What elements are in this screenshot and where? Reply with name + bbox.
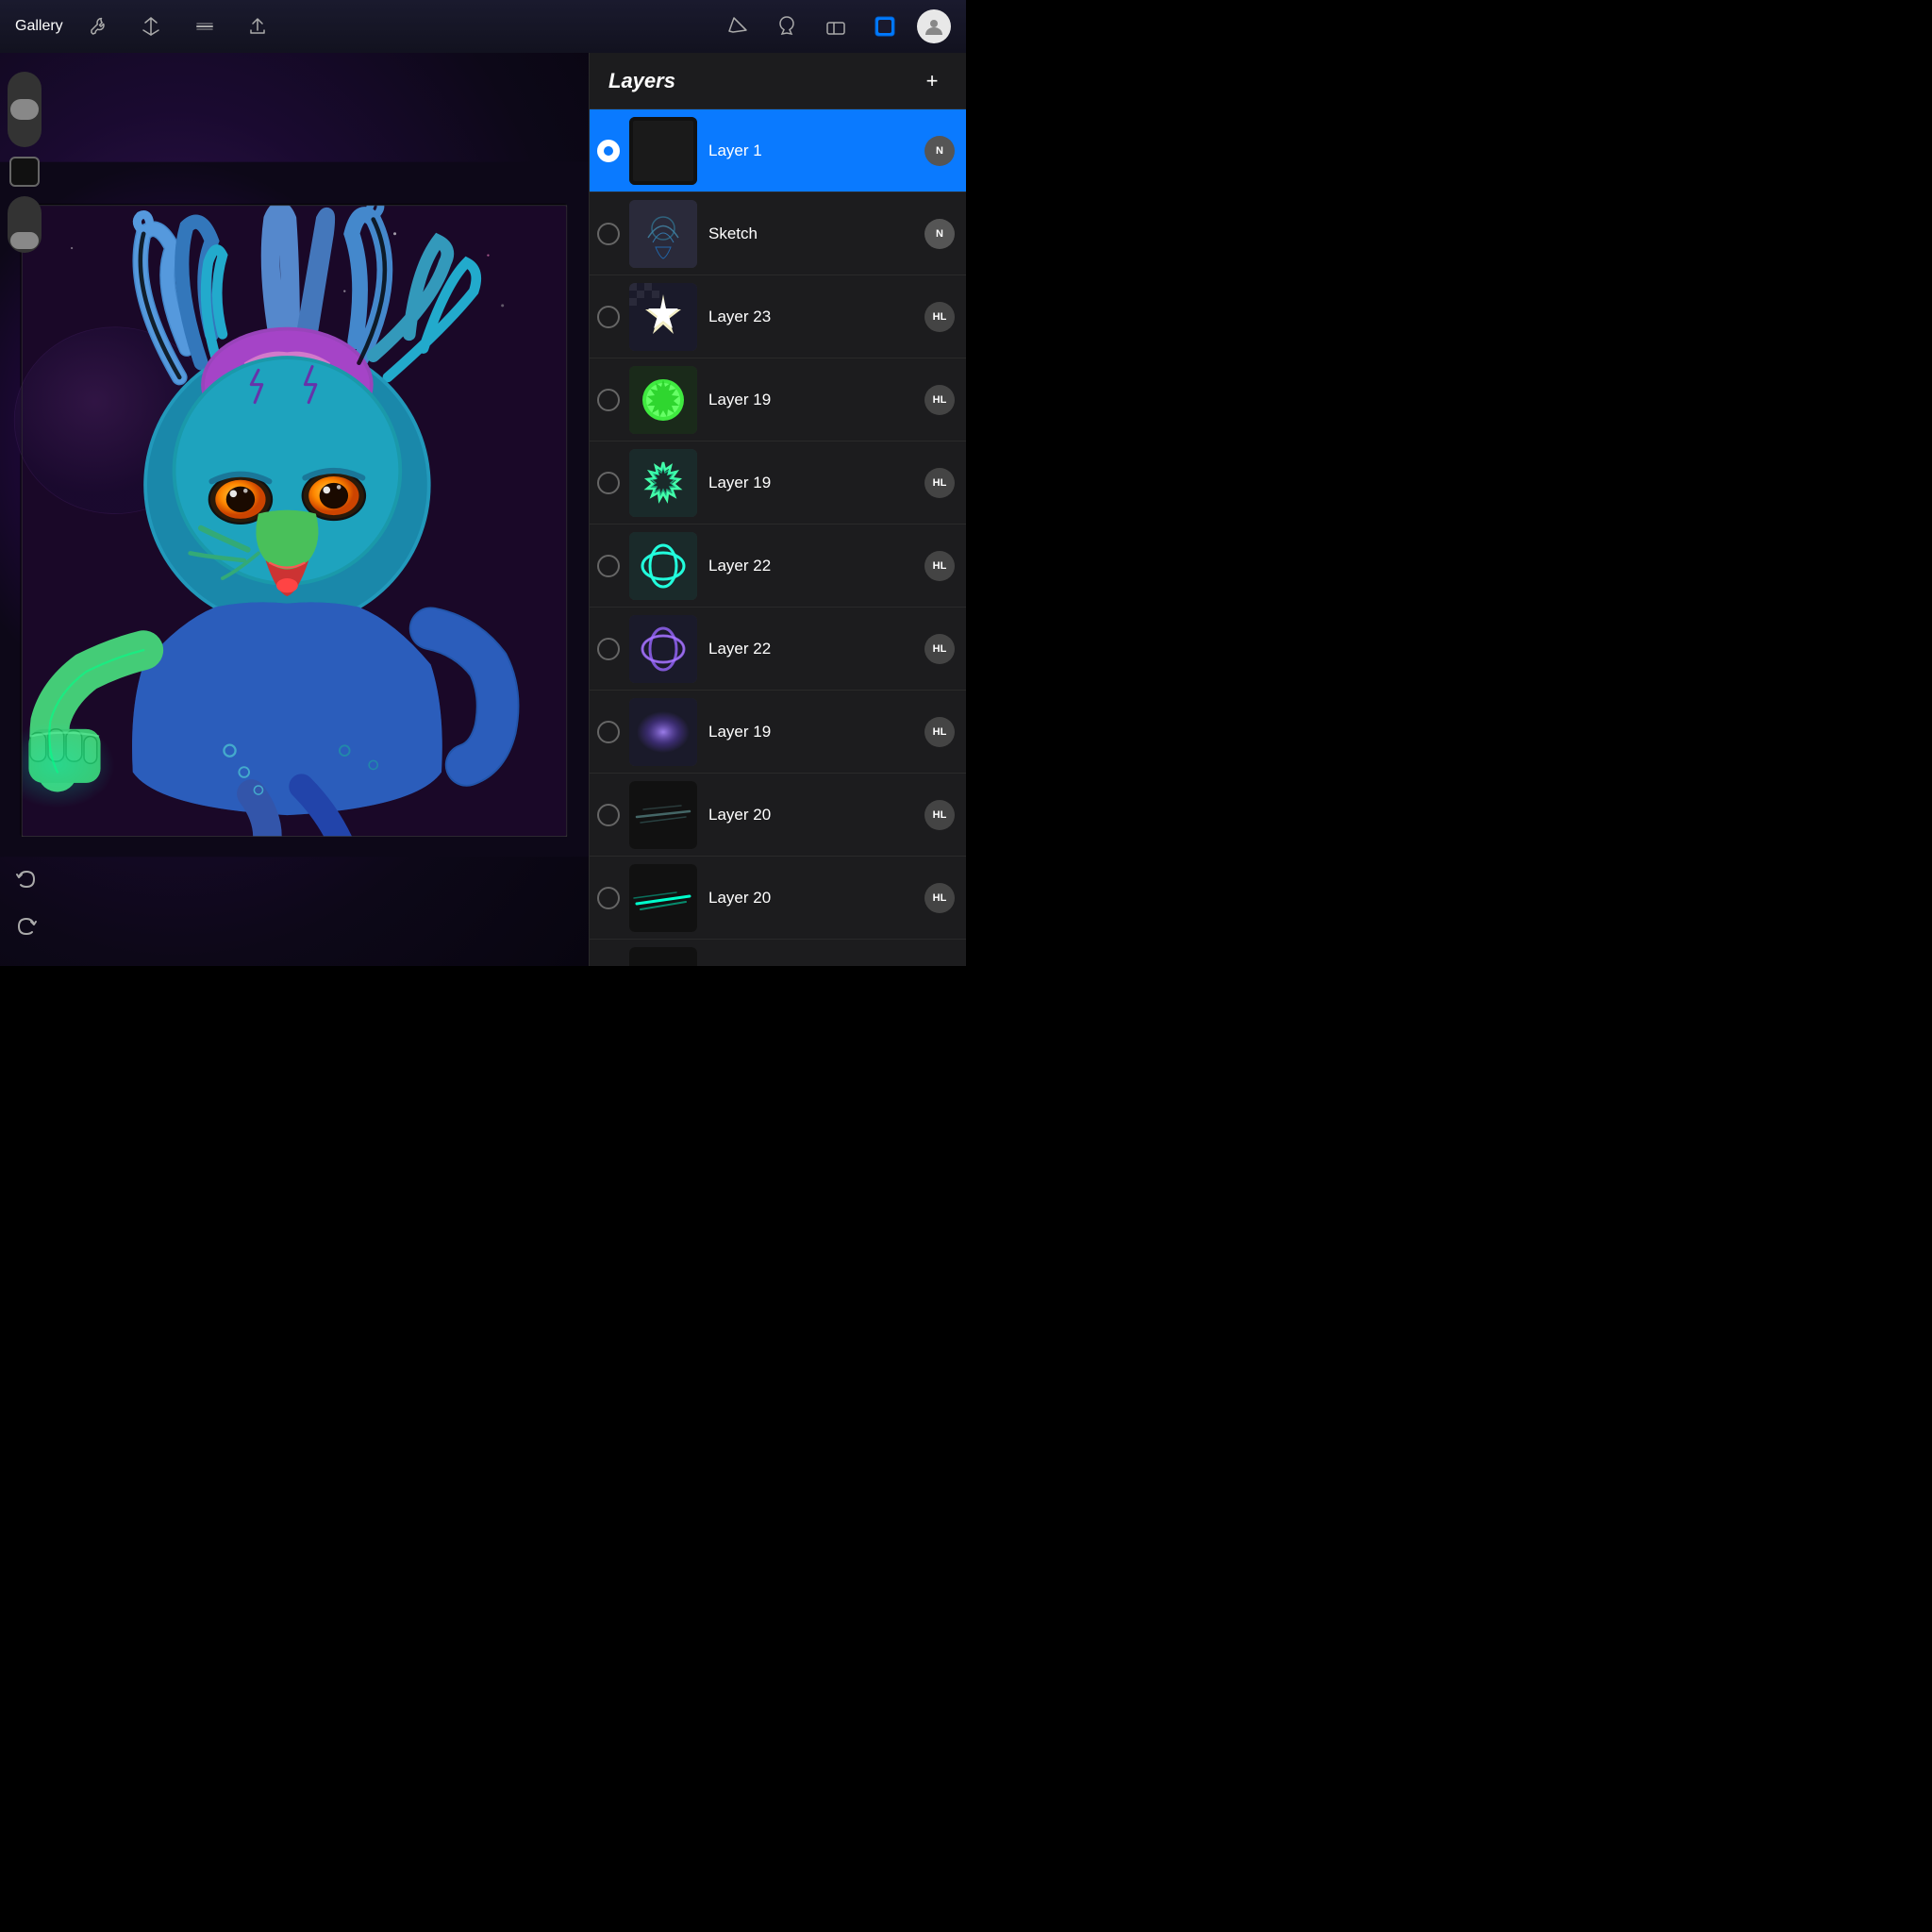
layer-blend-mode-badge[interactable]: HL — [924, 551, 955, 581]
layer-item[interactable]: Layer 19HL — [590, 358, 966, 441]
layer-thumbnail — [629, 283, 697, 351]
layer-blend-mode-badge[interactable]: N — [924, 219, 955, 249]
layer-visibility-toggle[interactable] — [597, 887, 620, 909]
left-tools-panel — [0, 53, 49, 966]
undo-button[interactable] — [8, 862, 45, 900]
layer-item[interactable]: Layer 20HL — [590, 940, 966, 966]
layer-name: Sketch — [708, 225, 924, 243]
toolbar-right — [721, 9, 951, 43]
layer-blend-mode-badge[interactable]: HL — [924, 385, 955, 415]
canvas-background — [0, 53, 589, 966]
opacity-slider[interactable] — [8, 196, 42, 253]
layer-visibility-toggle[interactable] — [597, 721, 620, 743]
layer-thumbnail — [629, 864, 697, 932]
artwork-svg — [0, 53, 589, 966]
layer-visibility-toggle[interactable] — [597, 223, 620, 245]
layer-item[interactable]: Layer 1N — [590, 109, 966, 192]
adjust-button[interactable] — [135, 9, 169, 43]
redo-button[interactable] — [8, 909, 45, 947]
layer-visibility-toggle[interactable] — [597, 306, 620, 328]
layer-thumbnail — [629, 532, 697, 600]
layer-visibility-toggle[interactable] — [597, 389, 620, 411]
layer-name: Layer 22 — [708, 557, 924, 575]
layer-blend-mode-badge[interactable]: HL — [924, 717, 955, 747]
gallery-button[interactable]: Gallery — [15, 18, 63, 35]
layer-blend-mode-badge[interactable]: HL — [924, 883, 955, 913]
layer-name: Layer 22 — [708, 640, 924, 658]
layer-name: Layer 1 — [708, 142, 924, 160]
layer-blend-mode-badge[interactable]: N — [924, 136, 955, 166]
layers-panel-title: Layers — [608, 69, 675, 93]
layer-visibility-toggle[interactable] — [597, 555, 620, 577]
canvas-area[interactable] — [0, 53, 589, 966]
toolbar: Gallery — [0, 0, 966, 53]
layer-thumbnail — [629, 366, 697, 434]
layers-tool-button[interactable] — [868, 9, 902, 43]
layer-name: Layer 20 — [708, 806, 924, 824]
layers-panel: Layers + Layer 1N SketchN Layer 23HL — [589, 53, 966, 966]
layer-name: Layer 23 — [708, 308, 924, 326]
layer-item[interactable]: Layer 20HL — [590, 857, 966, 940]
layer-blend-mode-badge[interactable]: HL — [924, 302, 955, 332]
brush-size-thumb — [10, 99, 39, 120]
layer-thumbnail — [629, 698, 697, 766]
bottom-tools — [8, 862, 45, 947]
layer-blend-mode-badge[interactable]: HL — [924, 800, 955, 830]
opacity-thumb — [10, 232, 39, 249]
wrench-button[interactable] — [82, 9, 116, 43]
layer-name: Layer 19 — [708, 391, 924, 409]
layer-thumbnail — [629, 200, 697, 268]
color-swatch[interactable] — [9, 157, 40, 187]
layer-thumbnail — [629, 117, 697, 185]
layers-header: Layers + — [590, 53, 966, 109]
eraser-tool-button[interactable] — [819, 9, 853, 43]
layer-thumbnail — [629, 615, 697, 683]
layer-item[interactable]: Layer 19HL — [590, 691, 966, 774]
layers-add-button[interactable]: + — [917, 66, 947, 96]
layers-list: Layer 1N SketchN Layer 23HL L — [590, 109, 966, 966]
layer-blend-mode-badge[interactable]: HL — [924, 634, 955, 664]
layer-thumbnail — [629, 947, 697, 967]
layer-name: Layer 19 — [708, 723, 924, 741]
layer-thumbnail — [629, 781, 697, 849]
layer-blend-mode-badge[interactable]: HL — [924, 966, 955, 967]
layer-visibility-toggle[interactable] — [597, 638, 620, 660]
layer-thumbnail — [629, 449, 697, 517]
layer-item[interactable]: Layer 19HL — [590, 441, 966, 525]
share-button[interactable] — [241, 9, 275, 43]
layer-item[interactable]: SketchN — [590, 192, 966, 275]
pen-tool-button[interactable] — [770, 9, 804, 43]
layer-item[interactable]: Layer 23HL — [590, 275, 966, 358]
layer-visibility-toggle[interactable] — [597, 140, 620, 162]
brush-size-slider[interactable] — [8, 72, 42, 147]
layer-item[interactable]: Layer 22HL — [590, 608, 966, 691]
layer-item[interactable]: Layer 20HL — [590, 774, 966, 857]
layer-visibility-toggle[interactable] — [597, 804, 620, 826]
pencil-tool-button[interactable] — [721, 9, 755, 43]
layer-name: Layer 20 — [708, 889, 924, 908]
layer-visibility-toggle[interactable] — [597, 472, 620, 494]
layer-name: Layer 19 — [708, 474, 924, 492]
layer-blend-mode-badge[interactable]: HL — [924, 468, 955, 498]
user-avatar[interactable] — [917, 9, 951, 43]
layer-item[interactable]: Layer 22HL — [590, 525, 966, 608]
toolbar-left: Gallery — [15, 9, 721, 43]
smudge-button[interactable] — [188, 9, 222, 43]
